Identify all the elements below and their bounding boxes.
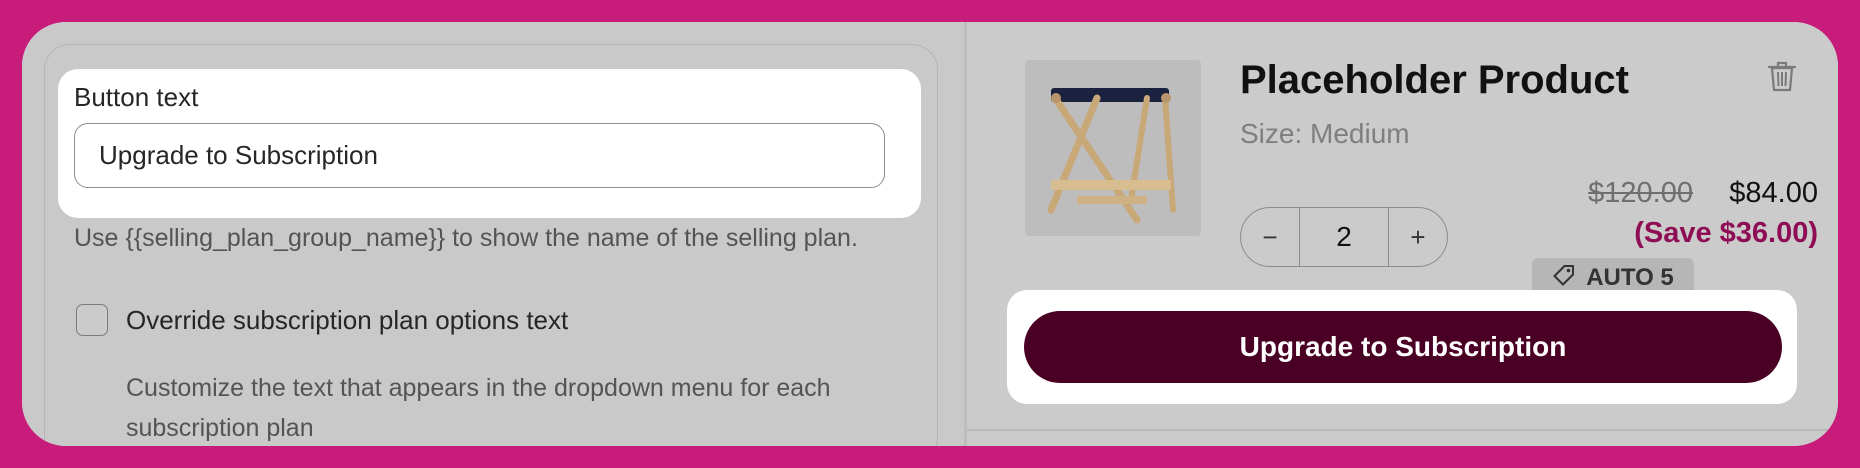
- decrement-button[interactable]: −: [1241, 208, 1299, 266]
- button-text-label: Button text: [74, 82, 199, 112]
- override-description: Customize the text that appears in the d…: [126, 374, 831, 442]
- quantity-value[interactable]: 2: [1299, 208, 1389, 266]
- quantity-stepper: − 2 +: [1240, 207, 1448, 267]
- override-checkbox[interactable]: [76, 304, 108, 336]
- item-divider: [967, 429, 1838, 431]
- button-text-help: Use {{selling_plan_group_name}} to show …: [74, 224, 858, 252]
- sale-price: $84.00: [1729, 177, 1818, 209]
- product-image: [1025, 60, 1201, 236]
- button-text-input[interactable]: [74, 123, 885, 188]
- trash-icon[interactable]: [1767, 60, 1797, 92]
- settings-panel: Button text Use {{selling_plan_group_nam…: [22, 22, 964, 446]
- variant-text: Size: Medium: [1240, 118, 1410, 149]
- compare-at-price: $120.00: [1588, 177, 1693, 209]
- increment-button[interactable]: +: [1389, 208, 1447, 266]
- override-checkbox-label[interactable]: Override subscription plan options text: [126, 305, 568, 336]
- discount-code: AUTO 5: [1586, 264, 1674, 291]
- savings-text: (Save $36.00): [1634, 217, 1818, 249]
- cart-preview: Placeholder Product Size: Medium − 2 + $…: [967, 22, 1838, 446]
- stool-icon: [1047, 88, 1176, 224]
- product-title[interactable]: Placeholder Product: [1240, 58, 1629, 103]
- tag-icon: [1552, 263, 1576, 294]
- app-frame: Button text Use {{selling_plan_group_nam…: [22, 22, 1838, 446]
- upgrade-subscription-button[interactable]: Upgrade to Subscription: [1024, 311, 1782, 383]
